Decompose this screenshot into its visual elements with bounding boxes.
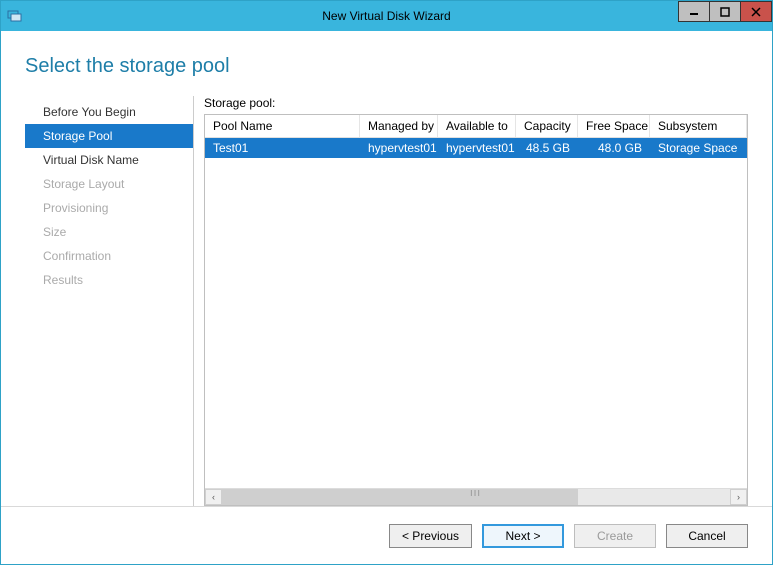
scroll-left-button[interactable]: ‹ — [205, 489, 222, 505]
cancel-button[interactable]: Cancel — [666, 524, 748, 548]
table-label: Storage pool: — [204, 96, 748, 110]
col-header-available[interactable]: Available to — [438, 115, 516, 137]
scroll-thumb[interactable] — [222, 489, 578, 505]
col-header-capacity[interactable]: Capacity — [516, 115, 578, 137]
cell-subsystem: Storage Space — [650, 138, 747, 158]
chevron-left-icon: ‹ — [212, 492, 215, 502]
col-header-managed[interactable]: Managed by — [360, 115, 438, 137]
content-area: Select the storage pool Before You Begin… — [1, 31, 772, 506]
col-header-free[interactable]: Free Space — [578, 115, 650, 137]
close-button[interactable] — [740, 1, 772, 22]
step-size: Size — [25, 220, 193, 244]
chevron-right-icon: › — [737, 492, 740, 502]
cell-capacity: 48.5 GB — [516, 138, 578, 158]
page-title: Select the storage pool — [25, 55, 748, 78]
title-bar[interactable]: New Virtual Disk Wizard — [1, 1, 772, 31]
table-row[interactable]: Test01 hypervtest01 hypervtest01 48.5 GB… — [205, 138, 747, 158]
scroll-right-button[interactable]: › — [730, 489, 747, 505]
app-icon — [7, 8, 23, 24]
col-header-subsystem[interactable]: Subsystem — [650, 115, 747, 137]
wizard-body: Before You Begin Storage Pool Virtual Di… — [25, 96, 748, 506]
previous-button[interactable]: < Previous — [389, 524, 472, 548]
cell-available: hypervtest01 — [438, 138, 516, 158]
cell-managed: hypervtest01 — [360, 138, 438, 158]
step-results: Results — [25, 268, 193, 292]
table-body: Test01 hypervtest01 hypervtest01 48.5 GB… — [205, 138, 747, 488]
horizontal-scrollbar[interactable]: ‹ lll › — [205, 488, 747, 505]
step-storage-layout: Storage Layout — [25, 172, 193, 196]
step-list: Before You Begin Storage Pool Virtual Di… — [25, 96, 193, 506]
main-panel: Storage pool: Pool Name Managed by Avail… — [204, 96, 748, 506]
step-virtual-disk-name[interactable]: Virtual Disk Name — [25, 148, 193, 172]
button-bar: < Previous Next > Create Cancel — [1, 506, 772, 564]
step-confirmation: Confirmation — [25, 244, 193, 268]
wizard-window: New Virtual Disk Wizard Select the stora… — [0, 0, 773, 565]
step-provisioning: Provisioning — [25, 196, 193, 220]
next-button[interactable]: Next > — [482, 524, 564, 548]
minimize-button[interactable] — [678, 1, 710, 22]
window-buttons — [679, 1, 772, 22]
create-button: Create — [574, 524, 656, 548]
maximize-button[interactable] — [709, 1, 741, 22]
window-title: New Virtual Disk Wizard — [1, 9, 772, 23]
storage-pool-table: Pool Name Managed by Available to Capaci… — [204, 114, 748, 506]
step-before-you-begin[interactable]: Before You Begin — [25, 100, 193, 124]
table-header: Pool Name Managed by Available to Capaci… — [205, 115, 747, 138]
step-storage-pool[interactable]: Storage Pool — [25, 124, 193, 148]
vertical-divider — [193, 96, 194, 506]
scroll-track[interactable]: lll — [222, 489, 730, 505]
cell-free: 48.0 GB — [578, 138, 650, 158]
scroll-grip-icon: lll — [470, 489, 481, 498]
cell-name: Test01 — [205, 138, 360, 158]
col-header-name[interactable]: Pool Name — [205, 115, 360, 137]
